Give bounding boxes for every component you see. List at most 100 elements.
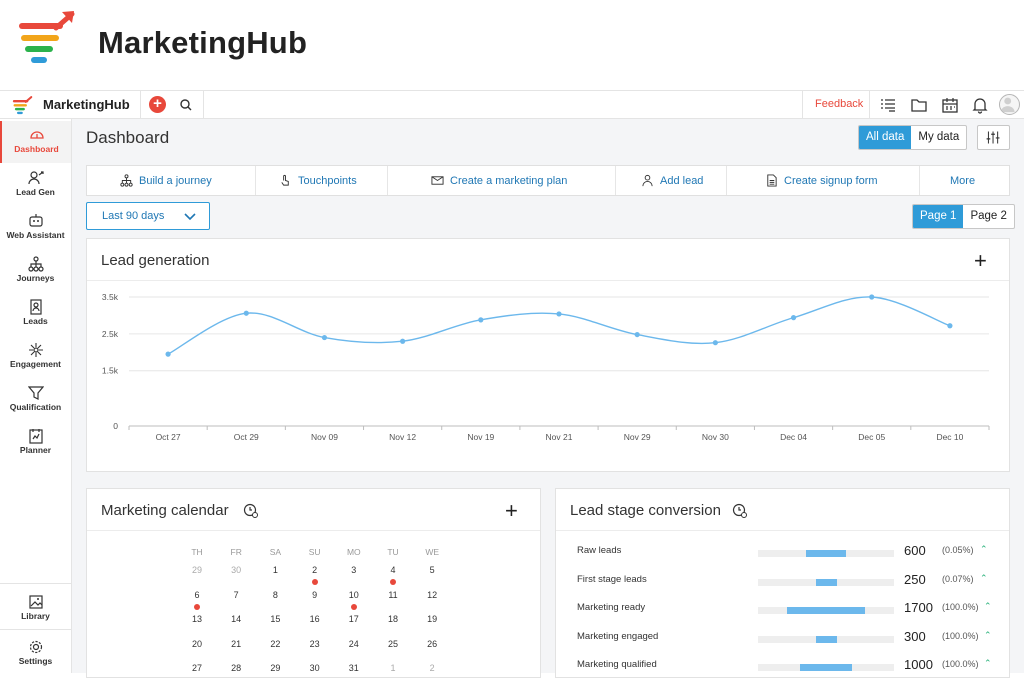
dashboard-settings-button[interactable] (977, 125, 1010, 150)
stage-row[interactable]: First stage leads 250 (0.07%) ⌃ (556, 569, 1008, 597)
calendar-day[interactable]: 19 (417, 614, 447, 624)
calendar-day[interactable]: 3 (339, 565, 369, 575)
sidebar-item-settings[interactable]: Settings (0, 633, 71, 675)
page-2-button[interactable]: Page 2 (963, 205, 1013, 228)
add-widget-button[interactable]: + (974, 250, 987, 272)
list-icon[interactable] (879, 96, 897, 114)
add-lead-action[interactable]: Add lead (641, 166, 703, 195)
sidebar-item-leads[interactable]: Leads (0, 293, 71, 335)
calendar-day[interactable]: 30 (300, 663, 330, 673)
stage-percent: (100.0%) (942, 630, 979, 641)
sidebar-item-web-assistant[interactable]: Web Assistant (0, 207, 71, 249)
stage-value: 1000 (904, 657, 933, 672)
stage-value: 600 (904, 543, 926, 558)
date-range-dropdown[interactable]: Last 90 days (86, 202, 210, 230)
stage-value: 1700 (904, 600, 933, 615)
create-signup-form-action[interactable]: Create signup form (765, 166, 878, 195)
calendar-day[interactable]: 1 (378, 663, 408, 673)
calendar-day[interactable]: 24 (339, 639, 369, 649)
stage-bar (816, 635, 837, 643)
calendar-day[interactable]: 9 (300, 590, 330, 600)
calendar-day[interactable]: 29 (260, 663, 290, 673)
sidebar-item-qualification[interactable]: Qualification (0, 379, 71, 421)
calendar-day[interactable]: 1 (260, 565, 290, 575)
stage-row[interactable]: Marketing ready 1700 (100.0%) ⌃ (556, 597, 1008, 625)
sliders-icon (986, 131, 1000, 144)
my-data-button[interactable]: My data (911, 126, 966, 149)
calendar-day[interactable]: 26 (417, 639, 447, 649)
feedback-link[interactable]: Feedback (815, 98, 863, 110)
calendar-day[interactable]: 21 (221, 639, 251, 649)
stage-percent: (0.07%) (942, 573, 974, 584)
divider (869, 91, 870, 118)
calendar-day[interactable]: 2 (417, 663, 447, 673)
event-dot (390, 579, 396, 585)
calendar-day[interactable]: 14 (221, 614, 251, 624)
calendar-day[interactable]: 30 (221, 565, 251, 575)
sidebar-item-journeys[interactable]: Journeys (0, 250, 71, 292)
calendar-icon[interactable] (941, 96, 959, 114)
lead-series-line (167, 296, 951, 355)
calendar-day[interactable]: 13 (182, 614, 212, 624)
calendar-day[interactable]: 20 (182, 639, 212, 649)
stage-row[interactable]: Marketing qualified 1000 (100.0%) ⌃ (556, 654, 1008, 682)
more-actions-link[interactable]: More (950, 166, 975, 195)
clock-settings-icon[interactable] (732, 503, 748, 519)
calendar-day[interactable]: 4 (378, 565, 408, 575)
calendar-day[interactable]: 8 (260, 590, 290, 600)
calendar-day[interactable]: 12 (417, 590, 447, 600)
calendar-day[interactable]: 17 (339, 614, 369, 624)
sidebar-item-lead-gen[interactable]: Lead Gen (0, 164, 71, 206)
y-tick-label: 0 (113, 421, 118, 431)
all-data-button[interactable]: All data (859, 126, 912, 149)
clock-settings-icon[interactable] (243, 503, 259, 519)
lead-stage-conversion-card: Lead stage conversion Raw leads 600 (0.05%… (555, 488, 1010, 678)
calendar-day[interactable]: 25 (378, 639, 408, 649)
calendar-day[interactable]: 7 (221, 590, 251, 600)
card-title: Lead generation (101, 252, 210, 269)
calendar-day[interactable]: 15 (260, 614, 290, 624)
calendar-day[interactable]: 29 (182, 565, 212, 575)
add-event-button[interactable]: + (505, 500, 518, 522)
calendar-day[interactable]: 16 (300, 614, 330, 624)
data-point (400, 338, 406, 344)
calendar-day[interactable]: 11 (378, 590, 408, 600)
divider (726, 166, 727, 195)
calendar-day[interactable]: 23 (300, 639, 330, 649)
action-label: More (950, 174, 976, 187)
sidebar-item-library[interactable]: Library (0, 588, 71, 630)
calendar-day[interactable]: 22 (260, 639, 290, 649)
avatar[interactable] (999, 94, 1020, 115)
divider (203, 91, 204, 118)
calendar-day[interactable]: 27 (182, 663, 212, 673)
stage-name: Raw leads (577, 545, 622, 556)
calendar-day[interactable]: 31 (339, 663, 369, 673)
stage-percent: (100.0%) (942, 659, 979, 669)
create-plus-button[interactable]: + (149, 96, 166, 113)
calendar-day[interactable]: 18 (378, 614, 408, 624)
y-tick-label: 3.5k (102, 292, 119, 302)
divider (387, 166, 388, 195)
folder-icon[interactable] (910, 96, 928, 114)
calendar-day[interactable]: 28 (221, 663, 251, 673)
stage-row[interactable]: Marketing engaged 300 (100.0%) ⌃ (556, 626, 1008, 654)
create-marketing-plan-action[interactable]: Create a marketing plan (431, 166, 567, 195)
sidebar-item-planner[interactable]: Planner (0, 422, 71, 464)
brand-logo-icon (19, 11, 75, 63)
build-journey-action[interactable]: Build a journey (120, 166, 212, 195)
touchpoints-action[interactable]: Touchpoints (279, 166, 357, 195)
page-1-button[interactable]: Page 1 (913, 205, 964, 228)
app-name[interactable]: MarketingHub (43, 97, 130, 112)
stage-row[interactable]: Raw leads 600 (0.05%) ⌃ (556, 540, 1008, 568)
calendar-day[interactable]: 2 (300, 565, 330, 575)
sidebar-item-dashboard[interactable]: Dashboard (0, 121, 71, 163)
bell-icon[interactable] (971, 96, 989, 114)
app-logo-icon[interactable] (12, 95, 34, 115)
brand-name: MarketingHub (98, 25, 308, 60)
search-icon[interactable] (178, 97, 194, 113)
calendar-day[interactable]: 5 (417, 565, 447, 575)
app-topbar: MarketingHub + Feedback (0, 90, 1024, 119)
sidebar-item-engagement[interactable]: Engagement (0, 336, 71, 378)
calendar-day[interactable]: 6 (182, 590, 212, 600)
calendar-day[interactable]: 10 (339, 590, 369, 600)
